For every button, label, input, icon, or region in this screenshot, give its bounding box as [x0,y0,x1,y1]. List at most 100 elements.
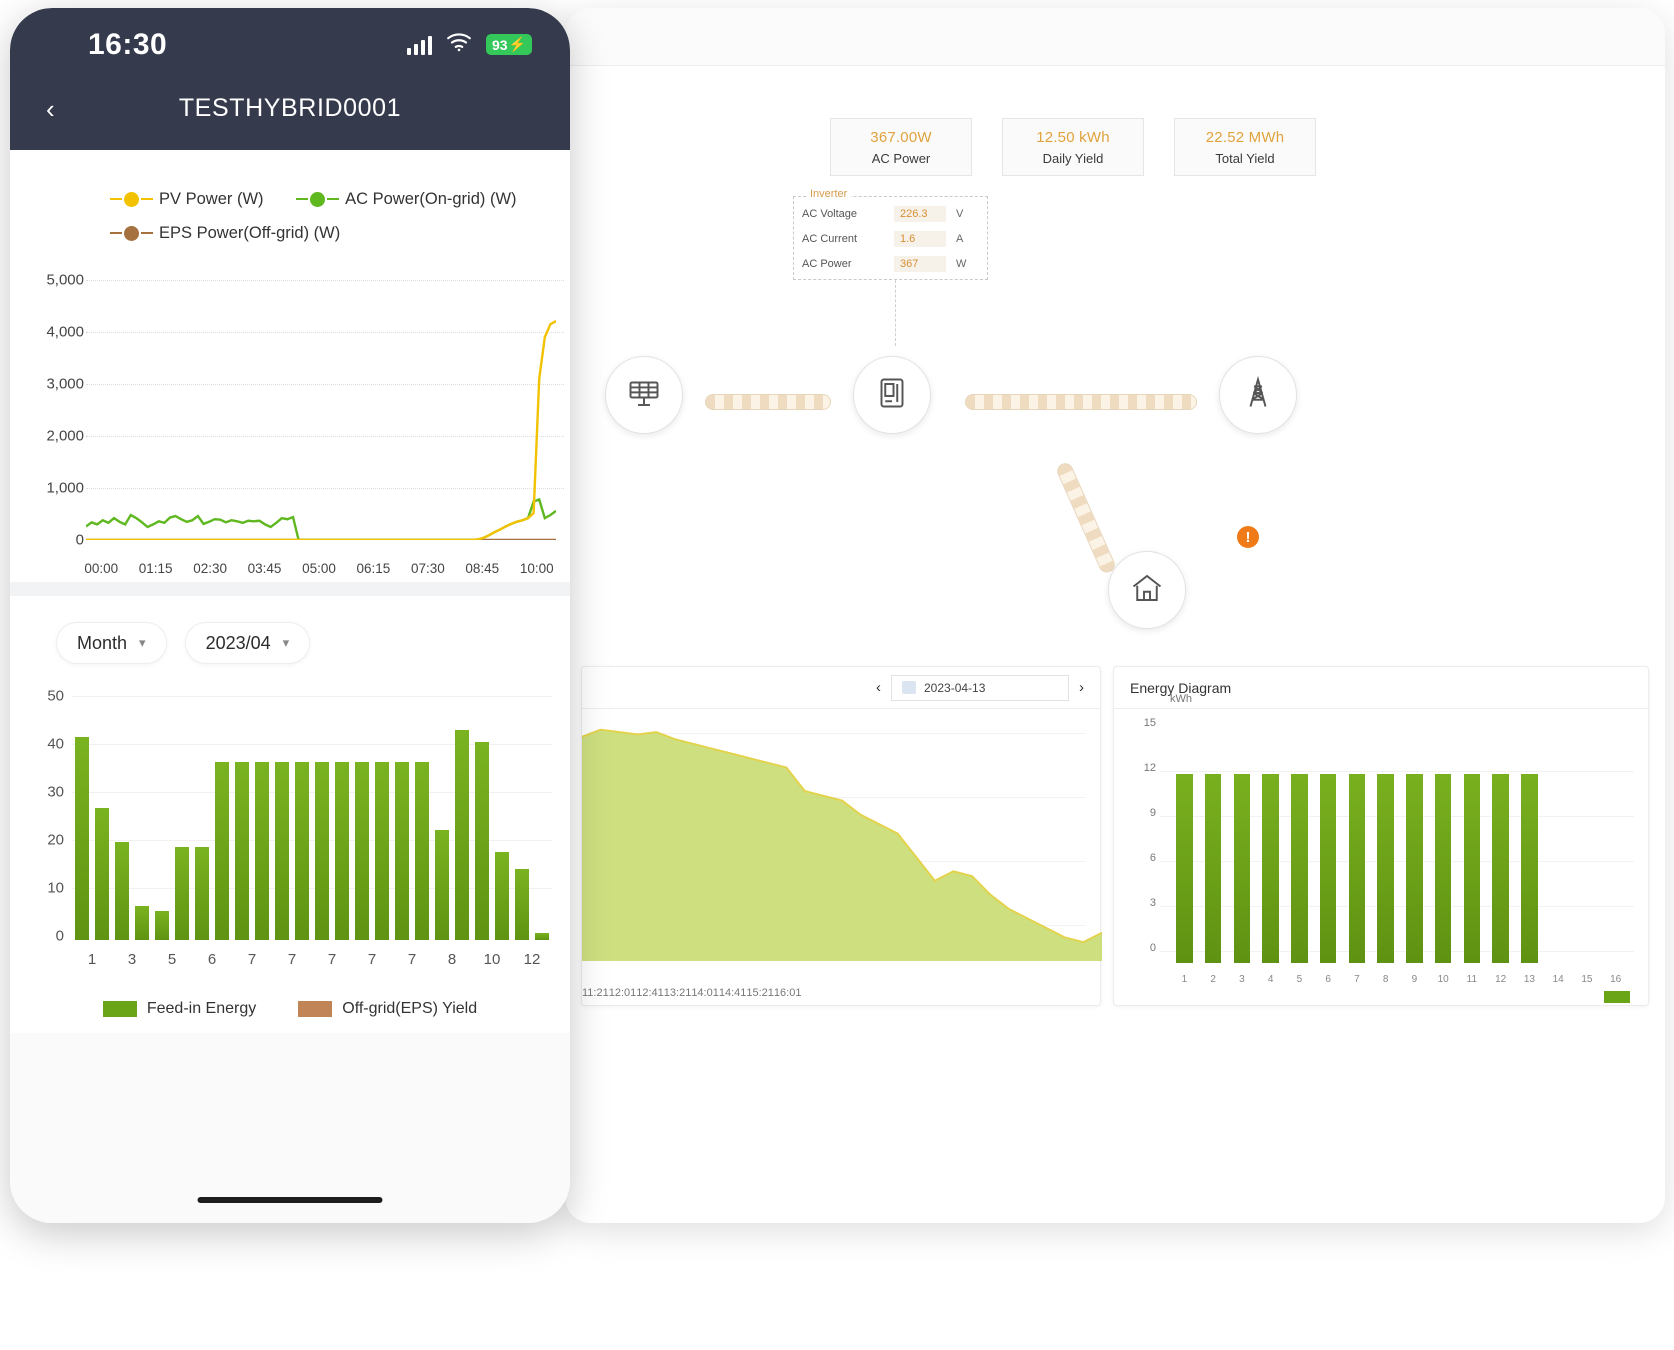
axis-tick-label: 14:01 [691,987,719,999]
bar-slot[interactable] [532,696,552,940]
bar-slot[interactable] [312,696,332,940]
bar [1406,774,1423,963]
cellular-signal-icon [406,35,432,55]
bar-slot[interactable] [392,696,412,940]
bar-slot[interactable] [1573,733,1602,963]
axis-tick-label: 10 [47,879,64,897]
bar-slot[interactable] [212,696,232,940]
bar [1434,774,1452,963]
bar [1348,774,1366,963]
axis-tick-label: 5 [1296,974,1303,985]
home-indicator[interactable] [197,1197,383,1203]
axis-tick-label: 12:41 [636,987,664,999]
axis-tick-label: 5 [167,951,177,968]
summary-card-label: Daily Yield [1042,150,1104,166]
bar-slot[interactable] [472,696,492,940]
legend-item-ac-power[interactable]: AC Power(On-grid) (W) [296,184,517,214]
bar [494,852,510,940]
date-input[interactable]: 2023-04-13 [891,674,1069,701]
axis-tick-label: 3,000 [46,375,84,393]
bar-slot[interactable] [1199,733,1228,963]
chevron-left-icon[interactable]: ‹ [876,679,881,696]
energy-panel-header: Energy Diagram [1114,667,1648,709]
axis-tick-label: 8 [1382,974,1389,985]
bar [1492,774,1509,963]
bar-slot[interactable] [92,696,112,940]
bar-slot[interactable] [1458,733,1487,963]
summary-card-total-yield: 22.52 MWh Total Yield [1174,118,1316,176]
wifi-icon [446,32,472,57]
chevron-right-icon[interactable]: › [1079,679,1084,696]
legend-item-eps-power[interactable]: EPS Power(Off-grid) (W) [110,218,340,248]
bar-slot[interactable] [1256,733,1285,963]
legend-dash [141,232,153,234]
bar-slot[interactable] [432,696,452,940]
axis-tick-label: 0 [55,927,64,945]
axis-tick-label: 11 [1466,974,1478,985]
bar-slot[interactable] [1371,733,1400,963]
bar-slot[interactable] [1314,733,1343,963]
bar-slot[interactable] [1343,733,1372,963]
axis-tick-label: 13 [1523,974,1535,985]
axis-tick-label: 6 [207,951,217,968]
axis-tick-label: 7 [367,951,377,968]
axis-tick-label: 1,000 [46,479,84,497]
axis-tick-label: 50 [47,687,64,705]
bar-slot[interactable] [452,696,472,940]
bar-slot[interactable] [152,696,172,940]
period-selector[interactable]: Month ▾ [56,622,167,664]
home-icon [1129,570,1165,611]
bar-slot[interactable] [1544,733,1573,963]
bar-slot[interactable] [412,696,432,940]
bar-slot[interactable] [1601,733,1630,963]
axis-tick-label: 10 [1437,974,1449,985]
axis-tick-label: 1 [87,951,97,968]
legend-item-pv-power[interactable]: PV Power (W) [110,184,264,214]
section-divider [10,582,570,596]
legend-label: PV Power (W) [159,190,264,208]
bar-slot[interactable] [1228,733,1257,963]
bar-slot[interactable] [272,696,292,940]
inverter-node[interactable] [853,356,931,434]
alert-exclamation-icon[interactable]: ! [1237,526,1259,548]
bar-slot[interactable] [1285,733,1314,963]
bar-slot[interactable] [1429,733,1458,963]
axis-tick-label: 30 [47,783,64,801]
axis-tick-label: 14:41 [718,987,747,999]
axis-tick-label: 15 [1581,974,1593,985]
bar-slot[interactable] [372,696,392,940]
tablet-dashboard-window: 367.00W AC Power 12.50 kWh Daily Yield 2… [565,8,1665,1223]
bar-slot[interactable] [232,696,252,940]
bar-slot[interactable] [132,696,152,940]
bar-slot[interactable] [1170,733,1199,963]
bar-slot[interactable] [252,696,272,940]
bar-slot[interactable] [72,696,92,940]
power-chart-lines [86,320,556,540]
bar-slot[interactable] [352,696,372,940]
bar-slot[interactable] [492,696,512,940]
date-selector[interactable]: 2023/04 ▾ [184,622,311,664]
power-chart-legend: PV Power (W) AC Power(On-grid) (W) EPS P… [10,150,570,248]
chart-series-line [86,320,556,540]
inverter-icon [874,375,910,416]
bar-slot[interactable] [1486,733,1515,963]
legend-item-off-grid-eps-yield[interactable]: Off-grid(EPS) Yield [298,1000,477,1018]
bar-slot[interactable] [112,696,132,940]
bar-slot[interactable] [1400,733,1429,963]
axis-tick-label: 8 [447,951,457,968]
bar-slot[interactable] [192,696,212,940]
bar-slot[interactable] [292,696,312,940]
bar-slot[interactable] [1515,733,1544,963]
bar [274,761,290,940]
home-node[interactable] [1108,551,1186,629]
bar [534,932,550,940]
bar-slot[interactable] [332,696,352,940]
phone-status-bar: 16:30 93 ⚡ ‹ TESTHYBRID0001 [10,8,570,150]
legend-item-feed-in-energy[interactable]: Feed-in Energy [102,1000,256,1018]
chevron-down-icon: ▾ [282,635,290,650]
pv-node[interactable] [605,356,683,434]
bar-slot[interactable] [172,696,192,940]
grid-node[interactable] [1219,356,1297,434]
date-value: 2023-04-13 [924,680,986,695]
bar-slot[interactable] [512,696,532,940]
